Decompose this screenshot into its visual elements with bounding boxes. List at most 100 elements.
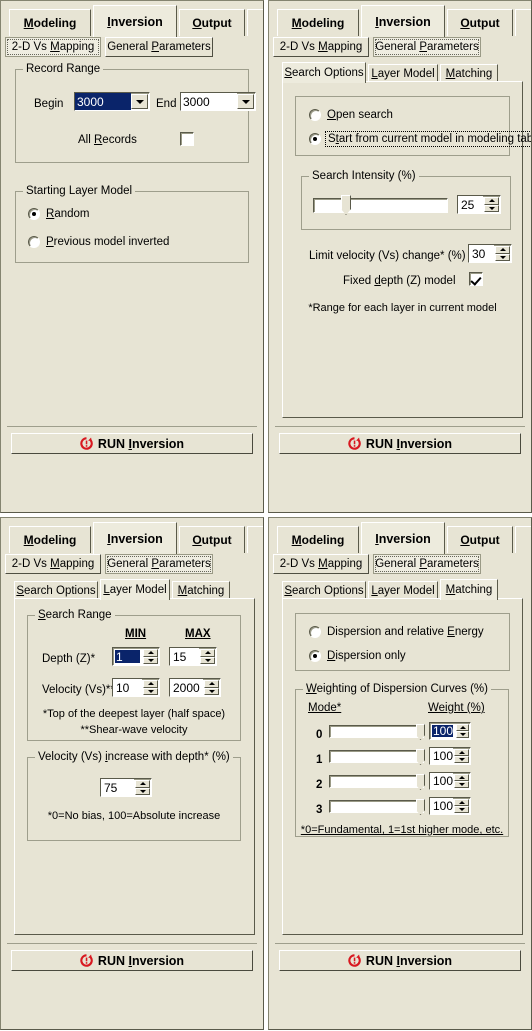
radio-dispersion-only-indicator[interactable] bbox=[309, 650, 321, 662]
begin-value[interactable]: 3000 bbox=[75, 93, 131, 110]
radio-dispersion-energy-indicator[interactable] bbox=[309, 626, 321, 638]
run-inversion-button-bl[interactable]: RUN Inversion bbox=[11, 950, 253, 971]
spin-down-icon[interactable] bbox=[135, 787, 150, 795]
search-intensity-value[interactable]: 25 bbox=[458, 196, 483, 213]
subtab-2d-vs-mapping-br[interactable]: 2-D Vs Mapping bbox=[273, 554, 369, 574]
spin-up-icon[interactable] bbox=[456, 724, 469, 731]
run-inversion-button-tr[interactable]: RUN Inversion bbox=[279, 433, 521, 454]
mode-2-weight-spinner[interactable]: 100 bbox=[429, 772, 471, 790]
mode-3-weight-value[interactable]: 100 bbox=[430, 798, 454, 814]
spin-down-icon[interactable] bbox=[456, 731, 469, 738]
innertab-layer-model[interactable]: Layer Model bbox=[368, 64, 438, 82]
radio-previous-model-inverted[interactable]: Previous model inverted bbox=[28, 236, 169, 248]
mode-3-slider[interactable] bbox=[329, 799, 425, 815]
radio-dispersion-only[interactable]: Dispersion only bbox=[309, 650, 406, 662]
run-inversion-button-br[interactable]: RUN Inversion bbox=[279, 950, 521, 971]
velocity-min-spinner[interactable]: 10 bbox=[112, 678, 160, 697]
innertab-search-options[interactable]: Search Options bbox=[282, 62, 366, 83]
velocity-max-value[interactable]: 2000 bbox=[170, 679, 203, 696]
tab-modeling-br[interactable]: Modeling bbox=[277, 526, 359, 553]
spin-down-icon[interactable] bbox=[454, 756, 469, 763]
tab-output[interactable]: Output bbox=[179, 9, 245, 36]
mode-3-weight-spinner[interactable]: 100 bbox=[429, 797, 471, 815]
innertab-search-options-br[interactable]: Search Options bbox=[282, 581, 366, 599]
spin-down-icon[interactable] bbox=[454, 806, 469, 813]
radio-random[interactable]: Random bbox=[28, 208, 89, 220]
mode-1-slider[interactable] bbox=[329, 749, 425, 765]
radio-open-search-indicator[interactable] bbox=[309, 109, 321, 121]
subtab-2d-vs-mapping[interactable]: 2-D Vs Mapping bbox=[5, 37, 101, 57]
fixed-depth-checkbox[interactable] bbox=[469, 272, 483, 286]
radio-open-search[interactable]: Open search bbox=[309, 109, 393, 121]
mode-0-weight-spinner[interactable]: 100 bbox=[429, 722, 471, 740]
end-dropdown-arrow-icon[interactable] bbox=[237, 94, 254, 109]
depth-max-spinner[interactable]: 15 bbox=[169, 647, 217, 666]
tab-modeling[interactable]: Modeling bbox=[9, 9, 91, 36]
spin-up-icon[interactable] bbox=[484, 197, 499, 205]
radio-start-from-current-indicator[interactable] bbox=[309, 133, 321, 145]
tab-output-br[interactable]: Output bbox=[447, 526, 513, 553]
spin-down-icon[interactable] bbox=[204, 687, 219, 695]
spin-up-icon[interactable] bbox=[454, 799, 469, 806]
spin-down-icon[interactable] bbox=[495, 253, 510, 261]
innertab-layer-model-br[interactable]: Layer Model bbox=[368, 581, 438, 599]
innertab-layer-model-bl[interactable]: Layer Model bbox=[100, 579, 170, 600]
depth-min-value[interactable]: 1 bbox=[115, 650, 140, 664]
tab-inversion-br[interactable]: Inversion bbox=[361, 522, 445, 554]
spin-up-icon[interactable] bbox=[200, 649, 215, 657]
tab-modeling-tr[interactable]: Modeling bbox=[277, 9, 359, 36]
tab-output-tr[interactable]: Output bbox=[447, 9, 513, 36]
velocity-increase-spin-buttons[interactable] bbox=[135, 780, 150, 795]
tab-modeling-bl[interactable]: Modeling bbox=[9, 526, 91, 553]
begin-dropdown-arrow-icon[interactable] bbox=[131, 94, 148, 109]
spin-down-icon[interactable] bbox=[200, 656, 215, 664]
innertab-matching[interactable]: Matching bbox=[440, 64, 498, 82]
subtab-general-parameters[interactable]: General Parameters bbox=[105, 37, 213, 57]
search-intensity-slider[interactable] bbox=[313, 195, 448, 215]
innertab-matching-br[interactable]: Matching bbox=[440, 579, 498, 600]
velocity-max-spinner[interactable]: 2000 bbox=[169, 678, 221, 697]
limit-velocity-spin-buttons[interactable] bbox=[495, 246, 510, 261]
spin-up-icon[interactable] bbox=[143, 649, 158, 657]
tab-inversion-bl[interactable]: Inversion bbox=[93, 522, 177, 554]
tab-inversion-tr[interactable]: Inversion bbox=[361, 5, 445, 37]
tab-output-bl[interactable]: Output bbox=[179, 526, 245, 553]
radio-random-indicator[interactable] bbox=[28, 208, 40, 220]
mode-2-spin-buttons[interactable] bbox=[454, 774, 469, 788]
subtab-general-parameters-br[interactable]: General Parameters bbox=[373, 554, 481, 574]
limit-velocity-value[interactable]: 30 bbox=[469, 245, 494, 262]
spin-down-icon[interactable] bbox=[454, 781, 469, 788]
spin-up-icon[interactable] bbox=[454, 749, 469, 756]
mode-0-spin-buttons[interactable] bbox=[456, 724, 469, 738]
velocity-increase-value[interactable]: 75 bbox=[101, 779, 134, 796]
mode-3-spin-buttons[interactable] bbox=[454, 799, 469, 813]
spin-up-icon[interactable] bbox=[135, 780, 150, 788]
depth-min-spinner[interactable]: 1 bbox=[112, 647, 160, 666]
end-value[interactable]: 3000 bbox=[181, 93, 237, 110]
subtab-2d-vs-mapping-tr[interactable]: 2-D Vs Mapping bbox=[273, 37, 369, 57]
spin-up-icon[interactable] bbox=[495, 246, 510, 254]
all-records-checkbox[interactable] bbox=[180, 132, 194, 146]
velocity-max-spin-buttons[interactable] bbox=[204, 680, 219, 695]
search-intensity-spinner[interactable]: 25 bbox=[457, 195, 501, 214]
mode-2-slider[interactable] bbox=[329, 774, 425, 790]
velocity-min-value[interactable]: 10 bbox=[113, 679, 142, 696]
mode-1-weight-spinner[interactable]: 100 bbox=[429, 747, 471, 765]
depth-max-value[interactable]: 15 bbox=[170, 648, 199, 665]
subtab-2d-vs-mapping-bl[interactable]: 2-D Vs Mapping bbox=[5, 554, 101, 574]
spin-up-icon[interactable] bbox=[143, 680, 158, 688]
innertab-search-options-bl[interactable]: Search Options bbox=[14, 581, 98, 599]
mode-1-spin-buttons[interactable] bbox=[454, 749, 469, 763]
radio-start-from-current-model[interactable]: Start from current model in modeling tab bbox=[309, 131, 531, 147]
spin-down-icon[interactable] bbox=[484, 204, 499, 212]
run-inversion-button-tl[interactable]: RUN Inversion bbox=[11, 433, 253, 454]
subtab-general-parameters-tr[interactable]: General Parameters bbox=[373, 37, 481, 57]
limit-velocity-spinner[interactable]: 30 bbox=[468, 244, 512, 263]
mode-1-weight-value[interactable]: 100 bbox=[430, 748, 454, 764]
tab-inversion[interactable]: Inversion bbox=[93, 5, 177, 37]
innertab-matching-bl[interactable]: Matching bbox=[172, 581, 230, 599]
search-intensity-spin-buttons[interactable] bbox=[484, 197, 499, 212]
subtab-general-parameters-bl[interactable]: General Parameters bbox=[105, 554, 213, 574]
radio-previous-indicator[interactable] bbox=[28, 236, 40, 248]
spin-up-icon[interactable] bbox=[204, 680, 219, 688]
